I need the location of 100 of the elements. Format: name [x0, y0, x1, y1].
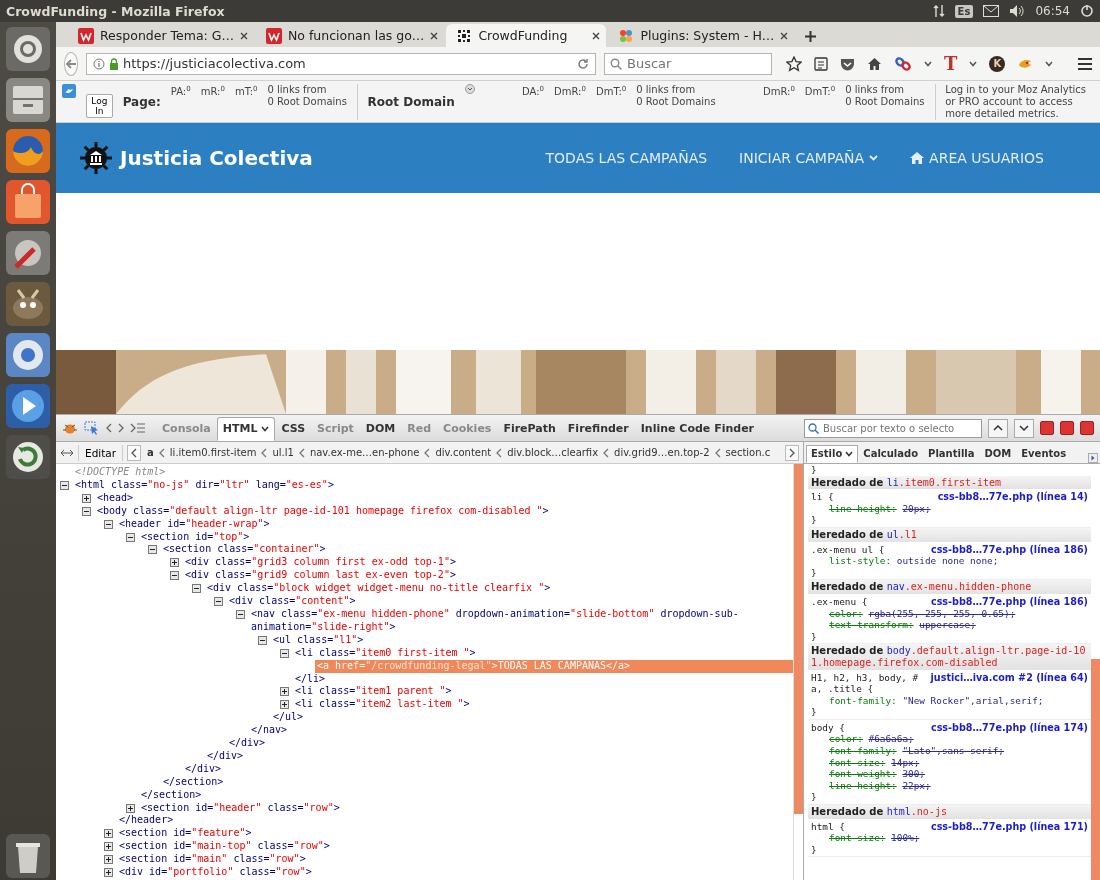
breadcrumb[interactable]: li.item0.first-item — [167, 447, 259, 458]
close-icon[interactable] — [240, 31, 248, 40]
site-logo[interactable]: Justicia Colectiva — [120, 146, 313, 170]
pocket-icon[interactable] — [840, 56, 855, 71]
caret-icon[interactable] — [845, 450, 854, 457]
expand-icon[interactable] — [104, 868, 113, 878]
panel-tab[interactable]: Firefinder — [561, 417, 635, 441]
drawer-icon[interactable] — [4, 76, 52, 124]
markup-line[interactable]: <div class="grid9 column last ex-even top-2"> — [183, 569, 793, 583]
collapse-icon[interactable] — [280, 648, 289, 658]
expand-icon[interactable] — [104, 842, 113, 852]
scroll-left-button[interactable] — [127, 444, 142, 461]
panel-tab[interactable]: CSS — [275, 417, 312, 441]
breadcrumb[interactable]: div.grid9…en.top-2 — [612, 447, 712, 458]
reload-icon[interactable] — [577, 57, 589, 70]
css-declaration[interactable]: line-height: 22px; — [811, 779, 1088, 792]
zigzag-icon[interactable] — [266, 27, 282, 44]
markup-line[interactable]: <li class="item0 first-item "> — [293, 646, 793, 660]
menu-icon[interactable] — [1077, 56, 1094, 71]
dropdown-circle-icon[interactable] — [464, 84, 475, 94]
collapse-icon[interactable] — [148, 545, 157, 555]
css-declaration[interactable]: font-family: "New Rocker",arial,serif; — [811, 694, 1088, 707]
collapse-icon[interactable] — [126, 532, 135, 542]
lock-icon[interactable] — [109, 57, 119, 70]
nav-link[interactable]: INICIAR CAMPAÑA — [739, 150, 879, 166]
caret-icon[interactable] — [1045, 60, 1054, 67]
css-declaration[interactable]: font-size: 14px; — [811, 756, 1088, 769]
css-declaration[interactable]: line-height: 20px; — [811, 502, 1088, 515]
collapse-icon[interactable] — [192, 584, 201, 594]
pinwheel-icon[interactable] — [618, 27, 635, 44]
markup-line[interactable]: <section id="feature"> — [117, 827, 793, 841]
arrow-left-icon[interactable] — [65, 57, 77, 70]
scrollbar-thumb[interactable] — [1091, 659, 1100, 880]
chevron-icon[interactable] — [424, 447, 431, 458]
side-tab[interactable]: Plantilla — [923, 445, 980, 463]
browser-tab[interactable]: CrowdFunding — [446, 24, 607, 47]
expand-icon[interactable] — [104, 855, 113, 865]
css-declaration[interactable]: text-transform: uppercase; — [811, 619, 1088, 631]
collapse-icon[interactable] — [60, 480, 69, 490]
chain-icon[interactable] — [894, 55, 912, 72]
clock[interactable]: 06:54 — [1035, 4, 1070, 18]
markup-line[interactable]: <div id="portfolio" class="row"> — [117, 866, 793, 879]
breadcrumb[interactable]: ul.l1 — [270, 447, 296, 458]
back-button[interactable] — [64, 51, 78, 76]
collapse-icon[interactable] — [236, 609, 245, 619]
globe-icon[interactable] — [4, 127, 52, 175]
collapse-icon[interactable] — [258, 635, 267, 645]
markup-line[interactable]: <ul class="l1"> — [271, 633, 793, 647]
side-tab[interactable]: Estilo — [806, 445, 859, 463]
previous-button[interactable] — [988, 418, 1008, 438]
markup-line[interactable]: <li class="item2 last-item "> — [293, 698, 793, 712]
power-icon[interactable] — [1080, 4, 1094, 18]
collapse-icon[interactable] — [214, 597, 223, 607]
chevron-left-icon[interactable] — [131, 447, 138, 458]
panel-tab[interactable]: Inline Code Finder — [634, 417, 761, 441]
command-line-icon[interactable] — [130, 422, 146, 434]
collapse-icon[interactable] — [82, 506, 91, 516]
trash-icon[interactable] — [4, 832, 52, 880]
nav-link[interactable]: AREA USUARIOS — [910, 150, 1044, 166]
info-icon[interactable] — [93, 57, 105, 70]
markup-line[interactable]: <div class="content"> — [227, 595, 793, 608]
expand-icon[interactable] — [170, 558, 179, 568]
collapse-icon[interactable] — [104, 519, 113, 529]
extension-button[interactable]: K — [989, 55, 1006, 72]
close-icon[interactable] — [592, 31, 601, 40]
keyboard-layout[interactable]: Es — [954, 4, 974, 18]
markup-line[interactable]: <li class="item1 parent "> — [293, 685, 793, 699]
markup-line[interactable]: <html class="no-js" dir="ltr" lang="es-es"> — [73, 478, 793, 492]
panel-tab[interactable]: HTML — [216, 417, 276, 441]
edit-button[interactable]: Editar — [78, 444, 124, 461]
css-declaration[interactable]: color: rgba(255, 255, 255, 0.65); — [811, 607, 1088, 620]
close-icon[interactable] — [430, 31, 439, 40]
markup-line[interactable]: <section id="main" class="row"> — [117, 853, 793, 867]
volume-icon[interactable] — [1009, 4, 1026, 18]
transfer-arrows-icon[interactable] — [932, 4, 945, 18]
source-link[interactable]: css-bb8…77e.php (línea 171) — [930, 820, 1088, 833]
url-field[interactable]: https://justiciacolectiva.com — [86, 52, 596, 75]
markup-line[interactable]: <!DOCTYPE html> — [73, 466, 793, 479]
expand-icon[interactable] — [126, 803, 135, 813]
expand-icon[interactable] — [82, 493, 91, 503]
chevron-icon[interactable] — [714, 447, 721, 458]
breadcrumb[interactable]: a — [145, 447, 156, 458]
source-link[interactable]: css-bb8…77e.php (línea 186) — [930, 543, 1088, 556]
markup-line[interactable]: <div class="block widget widget-menu no-title clearfix "> — [205, 582, 793, 596]
chevron-icon[interactable] — [158, 447, 165, 458]
markup-line[interactable]: <body class="default align-ltr page-id-101 homepage firefox com-disabled "> — [95, 504, 793, 518]
breadcrumb[interactable]: nav.ex-me…en-phone — [307, 447, 422, 458]
mail-icon[interactable] — [983, 5, 1000, 17]
css-declaration[interactable]: font-size: 100%; — [811, 832, 1088, 844]
star-icon[interactable] — [786, 55, 802, 72]
source-link[interactable]: justici…iva.com #2 (línea 64) — [930, 671, 1088, 695]
bird-badge-icon[interactable] — [62, 84, 76, 98]
chevron-icon[interactable] — [603, 447, 610, 458]
extension-button[interactable]: T — [944, 53, 958, 74]
source-link[interactable]: css-bb8…77e.php (línea 14) — [937, 491, 1088, 503]
expand-icon[interactable] — [280, 687, 289, 697]
source-link[interactable]: css-bb8…77e.php (línea 186) — [930, 595, 1088, 608]
collapse-icon[interactable] — [170, 571, 179, 581]
side-tab[interactable]: Calculado — [858, 445, 924, 463]
breadcrumb[interactable]: section.c — [723, 447, 773, 458]
